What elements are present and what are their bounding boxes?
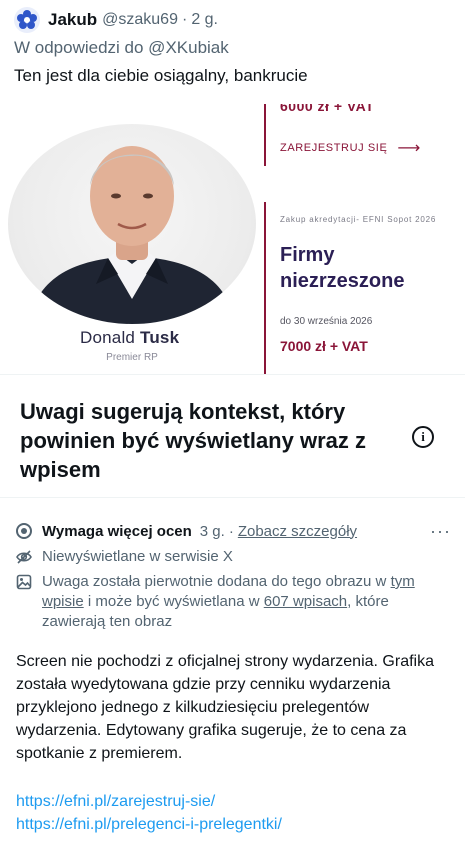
speaker-photo bbox=[8, 124, 256, 324]
eye-slash-icon bbox=[16, 549, 32, 571]
author-handle[interactable]: @szaku69 bbox=[102, 11, 178, 29]
register-link: ZAREJESTRUJ SIĘ ⟶ bbox=[280, 140, 421, 157]
tweet-header: Jakub @szaku69 · 2 g. bbox=[14, 7, 455, 33]
source-links: https://efni.pl/zarejestruj-sie/ https:/… bbox=[16, 790, 282, 836]
source-link-speakers[interactable]: https://efni.pl/prelegenci-i-prelegentki… bbox=[16, 813, 282, 836]
community-note-body: Screen nie pochodzi z oficjalnej strony … bbox=[16, 653, 434, 762]
source-link-register[interactable]: https://efni.pl/zarejestruj-sie/ bbox=[16, 790, 282, 813]
flower-avatar-icon[interactable] bbox=[14, 7, 40, 33]
reply-to-label[interactable]: W odpowiedzi do @XKubiak bbox=[14, 38, 229, 58]
note-status-row: Wymaga więcej ocen 3 g. · Zobacz szczegó… bbox=[16, 520, 451, 542]
note-origin-row: Uwaga została pierwotnie dodana do tego … bbox=[16, 572, 451, 632]
posts-count-link[interactable]: 607 wpisach bbox=[264, 593, 347, 610]
author-name[interactable]: Jakub bbox=[48, 10, 97, 30]
separator-dot: · bbox=[181, 11, 188, 28]
cut-off-price: 6000 zł + VAT bbox=[280, 104, 375, 114]
firm-category-title: Firmy niezrzeszone bbox=[280, 244, 405, 292]
accreditation-label: Zakup akredytacji- EFNI Sopot 2026 bbox=[280, 215, 437, 224]
note-origin-text: Uwaga została pierwotnie dodana do tego … bbox=[42, 573, 415, 630]
see-details-link[interactable]: Zobacz szczegóły bbox=[238, 523, 357, 540]
note-time: 3 g. bbox=[199, 522, 225, 540]
more-options-icon[interactable]: ··· bbox=[430, 521, 451, 542]
speaker-portrait-illustration bbox=[28, 146, 236, 324]
separator-dot: · bbox=[228, 522, 234, 540]
not-shown-row: Niewyświetlane w serwisie X bbox=[16, 547, 451, 571]
pricing-column: 6000 zł + VAT ZAREJESTRUJ SIĘ ⟶ Zakup ak… bbox=[264, 104, 465, 374]
attached-image[interactable]: Donald Tusk Premier RP 6000 zł + VAT ZAR… bbox=[0, 104, 465, 374]
tweet-text: Ten jest dla ciebie osiągalny, bankrucie bbox=[14, 66, 308, 85]
post-time[interactable]: 2 g. bbox=[191, 11, 218, 29]
image-icon bbox=[16, 574, 32, 632]
note-status: Wymaga więcej ocen bbox=[42, 522, 192, 540]
speaker-role: Premier RP bbox=[106, 352, 158, 363]
pricing-divider bbox=[264, 202, 266, 374]
info-icon[interactable]: i bbox=[412, 426, 434, 448]
community-note-title: Uwagi sugerują kontekst, który powinien … bbox=[20, 399, 366, 482]
speaker-name: Donald Tusk bbox=[80, 328, 180, 347]
needs-ratings-icon bbox=[16, 523, 32, 539]
community-note-header: Uwagi sugerują kontekst, który powinien … bbox=[0, 374, 465, 498]
arrow-right-icon: ⟶ bbox=[397, 140, 421, 157]
not-shown-text: Niewyświetlane w serwisie X bbox=[42, 548, 233, 565]
deadline-text: do 30 września 2026 bbox=[280, 316, 373, 327]
pricing-divider bbox=[264, 104, 266, 166]
price-text: 7000 zł + VAT bbox=[280, 338, 368, 354]
